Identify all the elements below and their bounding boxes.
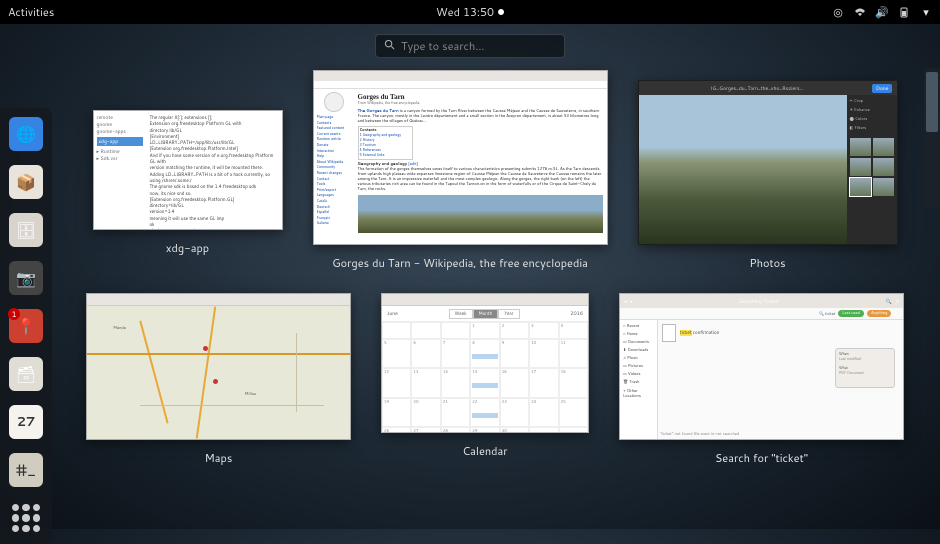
wiki-sidebar: Main pageContentsFeatured contentCurrent… (314, 89, 354, 244)
wikipedia-logo-icon (324, 92, 344, 112)
dash-item-maps[interactable]: 📍1 (6, 306, 46, 346)
calendar-icon: 27 (9, 405, 43, 439)
sidebar-item[interactable]: ▭ Documents (623, 339, 654, 345)
dash: 🌐 📦 🗄 📷 📍1 🗃 27 #_ (0, 108, 52, 544)
photo-canvas (639, 95, 847, 244)
files-icon: 🗄 (9, 213, 43, 247)
cheese-camera-icon: 📷 (9, 261, 43, 295)
search-result[interactable]: ticket confirmation (662, 324, 899, 342)
dash-item-cheese-camera[interactable]: 📷 (6, 258, 46, 298)
window-xdg-app[interactable]: remote gnome gnome-apps xdg-app ▸ Runtim… (93, 110, 283, 273)
menu-icon[interactable]: ≡ (896, 298, 899, 305)
overview-search[interactable]: Type to search... (375, 34, 565, 58)
window-label: Search for "ticket" (707, 448, 816, 468)
window-label: Gorges du Tarn - Wikipedia, the free enc… (324, 253, 596, 273)
window-files-search[interactable]: ◂ ▸ Searching "ticket" 🔍 ≡ 🔍 ticket Last… (619, 293, 904, 468)
show-apps-button[interactable] (6, 498, 46, 538)
chevron-down-icon[interactable]: ▾ (920, 6, 932, 18)
filter-thumb[interactable] (873, 158, 894, 176)
battery-icon[interactable] (898, 6, 910, 18)
dash-item-boxes[interactable]: 🗃 (6, 354, 46, 394)
cal-year: 2016 (570, 310, 583, 317)
map-canvas[interactable]: Mende Millau (87, 306, 350, 439)
window-label: Photos (741, 253, 793, 273)
window-overview: remote gnome gnome-apps xdg-app ▸ Runtim… (60, 70, 930, 519)
badge: 1 (8, 308, 20, 320)
wiki-panorama-image (358, 195, 603, 233)
terminal-icon: #_ (9, 453, 43, 487)
cal-tab-year[interactable]: Year (498, 309, 519, 319)
window-wikipedia[interactable]: Main pageContentsFeatured contentCurrent… (313, 70, 608, 273)
photos-done-button[interactable]: Done (872, 84, 892, 93)
sidebar-item[interactable]: + Other Locations (623, 389, 654, 399)
filter-popover[interactable]: When Last modified What PDF Document (835, 348, 895, 388)
xdg-content: The regular X[:]; extensions []; Extensi… (146, 111, 282, 229)
sidebar-item[interactable]: ⌂ Recent (623, 323, 654, 329)
top-bar: Activities Wed 13:50 ◎ 🔊 ▾ (0, 0, 940, 24)
files-sidebar: ⌂ Recent ⌂ Home ▭ Documents ⬇ Downloads ♫ Mu… (620, 320, 658, 439)
dash-item-terminal[interactable]: #_ (6, 450, 46, 490)
cal-tab-month[interactable]: Month (473, 309, 499, 319)
dash-item-calendar[interactable]: 27 (6, 402, 46, 442)
volume-icon[interactable]: 🔊 (876, 6, 888, 18)
window-label: xdg-app (158, 238, 217, 258)
filter-thumb[interactable] (850, 138, 871, 156)
filters-tool[interactable]: ◧ Filters (850, 125, 894, 131)
search-icon[interactable]: 🔍 (886, 298, 892, 305)
window-photos[interactable]: IG_Gorges_du_Tarn_the_vho_Roziers... Don… (638, 80, 898, 273)
window-calendar[interactable]: June Week Month Year 2016 12345678910111… (381, 293, 589, 468)
document-icon (662, 324, 676, 342)
cal-month: June (387, 310, 398, 317)
colors-tool[interactable]: ⬤ Colors (850, 116, 894, 122)
wifi-icon[interactable] (854, 6, 866, 18)
photos-title: IG_Gorges_du_Tarn_the_vho_Roziers... (711, 85, 804, 92)
software-icon: 📦 (9, 165, 43, 199)
photos-tools: ✂ Crop ☀ Enhance ⬤ Colors ◧ Filters (847, 95, 897, 244)
window-maps[interactable]: Mende Millau Maps (86, 293, 351, 468)
system-status-area[interactable]: ◎ 🔊 ▾ (832, 6, 932, 18)
forward-icon[interactable]: ▸ (631, 298, 634, 305)
sidebar-item[interactable]: ▭ Videos (623, 371, 654, 377)
wiki-title: Gorges du Tarn (358, 93, 603, 101)
filter-pill[interactable]: Last used (838, 310, 864, 317)
filter-thumb[interactable] (873, 178, 894, 196)
accessibility-icon[interactable]: ◎ (832, 6, 844, 18)
search-icon (384, 38, 395, 54)
dash-item-software[interactable]: 📦 (6, 162, 46, 202)
window-label: Maps (197, 448, 241, 468)
crop-tool[interactable]: ✂ Crop (850, 98, 894, 104)
search-placeholder: Type to search... (401, 38, 485, 54)
enhance-tool[interactable]: ☀ Enhance (850, 107, 894, 113)
boxes-icon: 🗃 (9, 357, 43, 391)
activities-button[interactable]: Activities (8, 4, 54, 20)
filter-pill[interactable]: Anything (867, 310, 892, 317)
files-title: Searching "ticket" (637, 298, 882, 305)
dropdown-icon[interactable]: ▾ (894, 310, 897, 317)
sidebar-item[interactable]: ♫ Music (623, 355, 654, 361)
web-browser-icon: 🌐 (9, 117, 43, 151)
sidebar-item[interactable]: ▭ Pictures (623, 363, 654, 369)
apps-grid-icon (12, 504, 40, 532)
sidebar-item[interactable]: 🗑 Trash (623, 379, 654, 385)
clock[interactable]: Wed 13:50 (436, 4, 504, 20)
filter-thumb[interactable] (850, 158, 871, 176)
filter-thumb[interactable] (850, 178, 871, 196)
dash-item-web-browser[interactable]: 🌐 (6, 114, 46, 154)
files-status: "ticket" not found file went in not sear… (660, 432, 739, 437)
notification-dot (498, 9, 504, 15)
sidebar-item[interactable]: ⌂ Home (623, 331, 654, 337)
window-label: Calendar (454, 441, 515, 461)
filter-thumb[interactable] (873, 138, 894, 156)
cal-tab-week[interactable]: Week (449, 309, 473, 319)
dash-item-files[interactable]: 🗄 (6, 210, 46, 250)
sidebar-item[interactable]: ⬇ Downloads (623, 347, 654, 353)
calendar-grid[interactable]: 1234567891011121314151617181920212223242… (382, 322, 588, 433)
back-icon[interactable]: ◂ (624, 298, 627, 305)
